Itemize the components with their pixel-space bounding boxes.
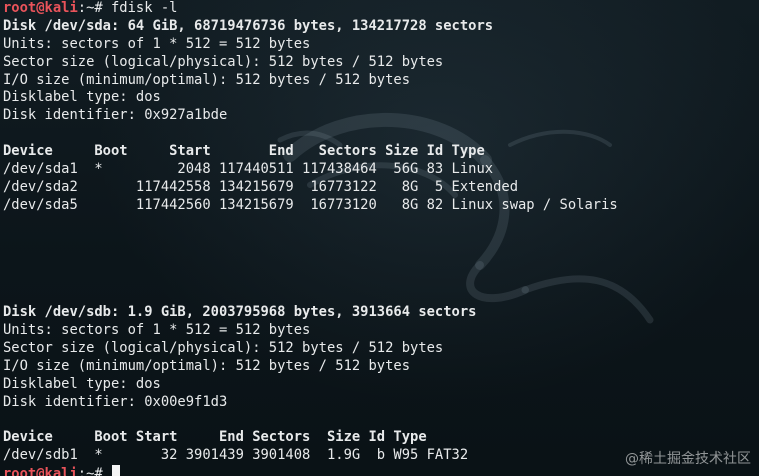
command-text: fdisk -l [102,0,178,16]
text-cursor [112,465,120,476]
sdb-units: Units: sectors of 1 * 512 = 512 bytes [3,322,311,339]
sda-partition-row: /dev/sda1 * 2048 117440511 117438464 56G… [3,161,494,178]
terminal-window[interactable]: root@kali:~# fdisk -l Disk /dev/sda: 64 … [0,0,759,476]
sda-io-size: I/O size (minimum/optimal): 512 bytes / … [3,71,411,88]
prompt-user-host: root@kali [3,466,78,476]
sdb-sector-size: Sector size (logical/physical): 512 byte… [3,339,444,356]
sda-disk-header: Disk /dev/sda: 64 GiB, 68719476736 bytes… [3,17,494,34]
prompt-path: :~# [77,466,103,476]
sdb-io-size: I/O size (minimum/optimal): 512 bytes / … [3,357,411,374]
sda-partition-row: /dev/sda2 117442558 134215679 16773122 8… [3,178,518,195]
sda-disk-identifier: Disk identifier: 0x927a1bde [3,107,228,124]
sda-disklabel-type: Disklabel type: dos [3,89,161,106]
sda-table-header: Device Boot Start End Sectors Size Id Ty… [3,143,485,160]
prompt-line: root@kali:~# fdisk -l [3,0,759,18]
terminal-output: root@kali:~# fdisk -l Disk /dev/sda: 64 … [0,0,759,476]
sdb-disklabel-type: Disklabel type: dos [3,375,161,392]
site-watermark: @稀土掘金技术社区 [625,451,751,467]
sda-units: Units: sectors of 1 * 512 = 512 bytes [3,35,311,52]
sda-partition-row: /dev/sda5 117442560 134215679 16773120 8… [3,196,618,213]
sdb-disk-header: Disk /dev/sdb: 1.9 GiB, 2003795968 bytes… [3,304,477,321]
sda-sector-size: Sector size (logical/physical): 512 byte… [3,53,444,70]
prompt-path: :~# [77,0,103,16]
prompt-user-host: root@kali [3,0,78,16]
sdb-table-header: Device Boot Start End Sectors Size Id Ty… [3,429,427,446]
sdb-disk-identifier: Disk identifier: 0x00e9f1d3 [3,393,228,410]
command-input[interactable] [103,466,111,476]
